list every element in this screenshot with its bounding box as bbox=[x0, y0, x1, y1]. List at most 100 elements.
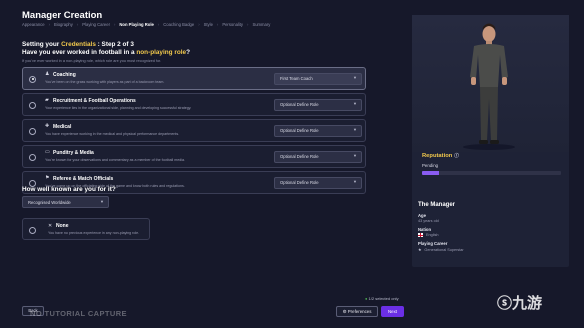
radio-button[interactable] bbox=[29, 75, 36, 83]
role-name: Punditry & Media bbox=[53, 149, 94, 156]
role-select-value: First Team Coach bbox=[280, 76, 313, 81]
breadcrumb-item-style[interactable]: Style bbox=[204, 22, 213, 27]
career-value: Generational Superstar bbox=[424, 248, 464, 252]
recognition-dropdown[interactable]: Recognised Worldwide ▼ bbox=[22, 196, 109, 208]
role-name: None bbox=[56, 222, 69, 229]
manager-name: The Manager bbox=[418, 202, 456, 208]
nation-label: Nation bbox=[418, 227, 432, 232]
reputation-bar bbox=[422, 171, 561, 175]
step-suffix: : Step 2 of 3 bbox=[95, 41, 134, 48]
preferences-button[interactable]: ⚙ Preferences bbox=[336, 306, 378, 317]
check-icon: ● bbox=[365, 296, 368, 301]
selection-count-text: 1/2 selected only bbox=[368, 296, 399, 301]
question-prefix: Have you ever worked in football in a bbox=[22, 49, 137, 56]
recognition-question: How well known are you for it? bbox=[22, 186, 116, 193]
close-icon: ✕ bbox=[48, 222, 53, 229]
watermark: NO TUTORIAL CAPTURE bbox=[30, 309, 127, 318]
role-list: ♟ Coaching You've been on the grass work… bbox=[22, 67, 366, 194]
role-name: Referee & Match Officials bbox=[53, 175, 114, 182]
age-label: Age bbox=[418, 213, 426, 218]
chevron-down-icon: ▼ bbox=[353, 153, 357, 158]
role-select-value: Optional Define Role bbox=[280, 180, 319, 185]
role-description: You're known for your observations and c… bbox=[45, 158, 185, 162]
role-select-value: Optional Define Role bbox=[280, 102, 319, 107]
whistle-icon: ♟ bbox=[45, 71, 50, 77]
role-select-value: Optional Define Role bbox=[280, 128, 319, 133]
role-name: Medical bbox=[53, 123, 72, 130]
breadcrumb-separator: › bbox=[247, 22, 249, 27]
role-select-dropdown[interactable]: Optional Define Role ▼ bbox=[274, 150, 362, 163]
role-option-medical[interactable]: ✚ Medical You have experience working in… bbox=[22, 119, 366, 142]
breadcrumb-separator: › bbox=[157, 22, 160, 27]
breadcrumb-separator: › bbox=[198, 22, 200, 27]
chevron-down-icon: ▼ bbox=[353, 75, 357, 80]
manager-profile-panel: Reputation ⓘ Pending The Manager Age 43 y… bbox=[412, 15, 569, 267]
role-option-coaching[interactable]: ♟ Coaching You've been on the grass work… bbox=[22, 67, 366, 90]
role-name: Recruitment & Football Operations bbox=[53, 97, 136, 104]
role-select-dropdown[interactable]: Optional Define Role ▼ bbox=[274, 98, 362, 111]
preferences-label: Preferences bbox=[347, 309, 372, 314]
nation-value-row: English bbox=[418, 233, 438, 237]
role-hint: If you've ever worked in a non-playing r… bbox=[22, 59, 162, 63]
role-select-dropdown[interactable]: First Team Coach ▼ bbox=[274, 72, 362, 85]
breadcrumb: Appearance › Biography › Playing Career › N… bbox=[22, 22, 270, 27]
radio-button[interactable] bbox=[29, 153, 36, 161]
manager-figure bbox=[463, 23, 515, 150]
career-label: Playing Career bbox=[418, 241, 448, 246]
info-icon[interactable]: ⓘ bbox=[454, 153, 459, 158]
role-option-recruitment[interactable]: ▰ Recruitment & Football Operations Your… bbox=[22, 93, 366, 116]
site-logo: ⓢ九游 bbox=[497, 292, 542, 313]
breadcrumb-separator: › bbox=[216, 22, 219, 27]
chevron-down-icon: ▼ bbox=[353, 127, 357, 132]
chevron-down-icon: ▼ bbox=[353, 101, 357, 106]
reputation-title: Reputation ⓘ bbox=[422, 153, 459, 159]
nation-value: English bbox=[426, 233, 439, 237]
role-question: Have you ever worked in football in a no… bbox=[22, 49, 190, 56]
role-select-dropdown[interactable]: Optional Define Role ▼ bbox=[274, 176, 362, 189]
england-flag-icon bbox=[418, 233, 423, 237]
radio-button[interactable] bbox=[29, 226, 36, 234]
breadcrumb-separator: › bbox=[48, 22, 50, 27]
breadcrumb-item-personality[interactable]: Personality bbox=[222, 22, 243, 27]
role-select-value: Optional Define Role bbox=[280, 154, 319, 159]
recognition-value: Recognised Worldwide bbox=[28, 199, 71, 205]
medical-icon: ✚ bbox=[45, 123, 50, 129]
reputation-status: Pending bbox=[422, 163, 439, 168]
gear-icon: ⚙ bbox=[342, 309, 347, 314]
breadcrumb-item-appearance[interactable]: Appearance bbox=[22, 22, 45, 27]
role-description: You have no previous experience in any n… bbox=[48, 230, 140, 235]
step-highlight: Credentials bbox=[61, 41, 96, 48]
breadcrumb-item-biography[interactable]: Biography bbox=[54, 22, 73, 27]
manager-portrait bbox=[412, 15, 569, 152]
breadcrumb-item-summary[interactable]: Summary bbox=[252, 22, 270, 27]
chevron-down-icon: ▼ bbox=[353, 179, 357, 184]
page-title: Manager Creation bbox=[22, 10, 103, 21]
role-description: Your experience lies in the organization… bbox=[45, 106, 192, 110]
question-suffix: ? bbox=[186, 49, 190, 56]
reputation-bar-fill bbox=[422, 171, 439, 175]
briefcase-icon: ▰ bbox=[45, 97, 49, 103]
star-icon: ★ bbox=[418, 248, 422, 252]
breadcrumb-item-non-playing-role[interactable]: Non Playing Role bbox=[119, 22, 153, 27]
breadcrumb-item-coaching-badge[interactable]: Coaching Badge bbox=[163, 22, 194, 27]
question-highlight: non-playing role bbox=[136, 49, 187, 56]
tv-icon: ▭ bbox=[45, 149, 50, 155]
radio-button[interactable] bbox=[29, 127, 36, 135]
logo-text: 九游 bbox=[512, 295, 543, 312]
role-select-dropdown[interactable]: Optional Define Role ▼ bbox=[274, 124, 362, 137]
role-description: You have experience working in the medic… bbox=[45, 132, 180, 136]
referee-icon: ⚑ bbox=[45, 175, 50, 181]
step-prefix: Setting your bbox=[22, 41, 62, 48]
role-option-none[interactable]: ✕ None You have no previous experience i… bbox=[22, 218, 150, 240]
career-value-row: ★ Generational Superstar bbox=[418, 247, 464, 252]
chevron-down-icon: ▼ bbox=[100, 198, 104, 204]
radio-button[interactable] bbox=[29, 101, 36, 109]
breadcrumb-separator: › bbox=[113, 22, 116, 27]
role-description: You've been on the grass working with pl… bbox=[45, 80, 165, 84]
selection-count: ● 1/2 selected only bbox=[365, 296, 399, 301]
breadcrumb-item-playing-career[interactable]: Playing Career bbox=[82, 22, 110, 27]
logo-mark-icon: ⓢ bbox=[497, 295, 513, 312]
reputation-label: Reputation bbox=[422, 153, 453, 159]
next-button[interactable]: Next bbox=[381, 306, 404, 317]
role-option-punditry[interactable]: ▭ Punditry & Media You're known for your… bbox=[22, 145, 366, 168]
